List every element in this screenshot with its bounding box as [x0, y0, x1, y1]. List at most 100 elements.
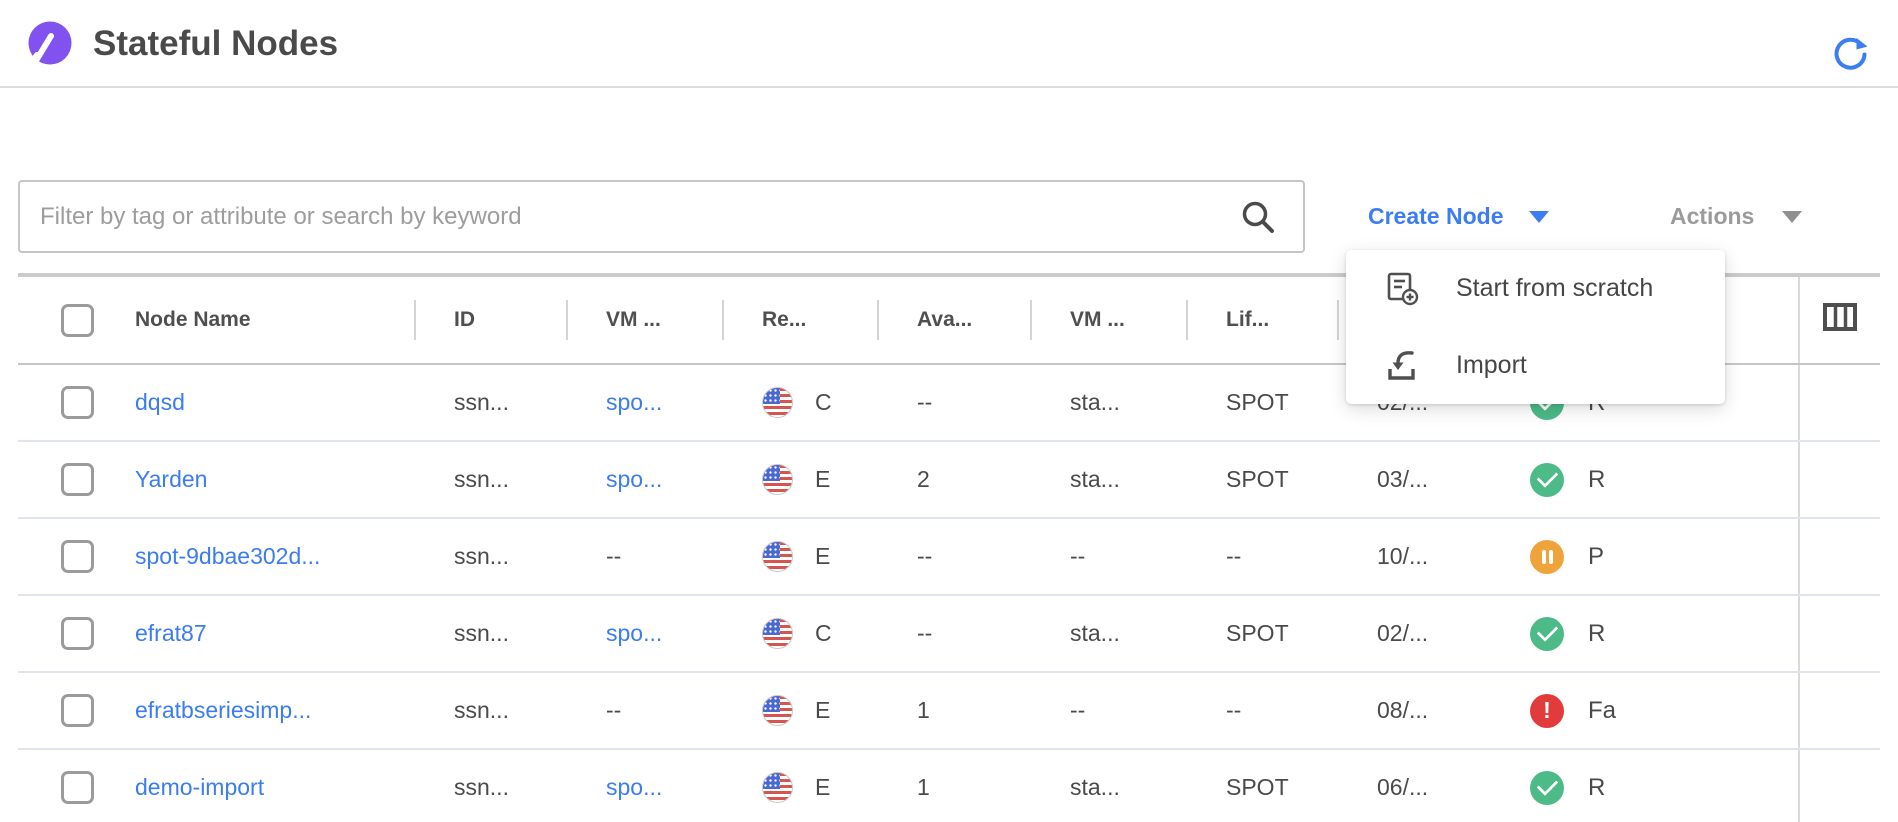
- status-icon: [1530, 540, 1564, 574]
- row-checkbox[interactable]: [61, 386, 94, 419]
- refresh-icon[interactable]: [1832, 34, 1870, 72]
- region-label: C: [815, 620, 832, 647]
- table-row: efrat87 ssn... spo... C -- sta... SPOT 0…: [18, 596, 1880, 673]
- create-node-label: Create Node: [1368, 203, 1503, 230]
- row-checkbox[interactable]: [61, 771, 94, 804]
- node-name-link[interactable]: efrat87: [135, 620, 207, 647]
- region-cell: E: [722, 750, 877, 822]
- us-flag-icon: [762, 464, 793, 495]
- row-checkbox[interactable]: [61, 463, 94, 496]
- vm-cell: --: [566, 673, 722, 748]
- status-label: R: [1588, 466, 1605, 494]
- row-select-cell: [18, 442, 117, 517]
- row-select-cell: [18, 750, 117, 822]
- table-body: dqsd ssn... spo... C -- sta... SPOT 02/.…: [18, 365, 1880, 822]
- menu-item-start-from-scratch[interactable]: Start from scratch: [1346, 250, 1725, 327]
- stateful-nodes-page: Stateful Nodes Create Node Actions: [0, 0, 1898, 822]
- header-availability[interactable]: Ava...: [877, 277, 1030, 363]
- header-vm[interactable]: VM ...: [566, 277, 722, 363]
- region-cell: E: [722, 442, 877, 517]
- actions-button[interactable]: Actions: [1670, 180, 1802, 253]
- select-all-checkbox[interactable]: [61, 304, 94, 337]
- header-select-cell: [18, 277, 117, 363]
- column-picker-icon[interactable]: [1822, 299, 1858, 341]
- node-id-cell: ssn...: [414, 750, 566, 822]
- vm-size-cell: --: [1030, 519, 1186, 594]
- status-icon: [1530, 771, 1564, 805]
- vm-cell: spo...: [566, 442, 722, 517]
- region-label: E: [815, 697, 830, 724]
- node-id-cell: ssn...: [414, 596, 566, 671]
- vm-link[interactable]: --: [606, 697, 621, 724]
- node-name-link[interactable]: Yarden: [135, 466, 207, 493]
- create-node-button[interactable]: Create Node: [1368, 180, 1549, 253]
- row-select-cell: [18, 519, 117, 594]
- row-select-cell: [18, 673, 117, 748]
- node-name-cell: efrat87: [117, 596, 414, 671]
- us-flag-icon: [762, 541, 793, 572]
- row-picker-spacer: [1798, 596, 1880, 671]
- filter-bar: [18, 180, 1305, 253]
- row-checkbox[interactable]: [61, 694, 94, 727]
- lifecycle-cell: SPOT: [1186, 365, 1337, 440]
- us-flag-icon: [762, 387, 793, 418]
- vm-link[interactable]: spo...: [606, 774, 662, 801]
- row-checkbox[interactable]: [61, 540, 94, 573]
- vm-link[interactable]: spo...: [606, 466, 662, 493]
- availability-cell: --: [877, 596, 1030, 671]
- new-document-icon: [1384, 271, 1420, 307]
- node-name-link[interactable]: demo-import: [135, 774, 264, 801]
- us-flag-icon: [762, 772, 793, 803]
- node-name-cell: demo-import: [117, 750, 414, 822]
- row-picker-spacer: [1798, 750, 1880, 822]
- vm-link[interactable]: --: [606, 543, 621, 570]
- lifecycle-cell: SPOT: [1186, 442, 1337, 517]
- menu-item-label: Start from scratch: [1456, 274, 1653, 303]
- header-column-picker-cell: [1798, 277, 1880, 363]
- status-cell: P: [1490, 519, 1798, 594]
- created-cell: 02/...: [1337, 596, 1490, 671]
- node-id-cell: ssn...: [414, 519, 566, 594]
- header-node-name[interactable]: Node Name: [117, 277, 414, 363]
- row-picker-spacer: [1798, 519, 1880, 594]
- us-flag-icon: [762, 618, 793, 649]
- lifecycle-cell: --: [1186, 673, 1337, 748]
- availability-cell: 2: [877, 442, 1030, 517]
- region-label: C: [815, 389, 832, 416]
- header-vm-size[interactable]: VM ...: [1030, 277, 1186, 363]
- status-label: P: [1588, 543, 1604, 571]
- actions-label: Actions: [1670, 203, 1754, 230]
- node-name-link[interactable]: spot-9dbae302d...: [135, 543, 320, 570]
- filter-input[interactable]: [18, 180, 1305, 253]
- node-id-cell: ssn...: [414, 673, 566, 748]
- status-icon: [1530, 617, 1564, 651]
- header-lifecycle[interactable]: Lif...: [1186, 277, 1337, 363]
- menu-item-import[interactable]: Import: [1346, 327, 1725, 404]
- import-icon: [1384, 348, 1420, 384]
- us-flag-icon: [762, 695, 793, 726]
- node-name-link[interactable]: efratbseriesimp...: [135, 697, 311, 724]
- node-name-cell: spot-9dbae302d...: [117, 519, 414, 594]
- vm-cell: spo...: [566, 750, 722, 822]
- node-name-link[interactable]: dqsd: [135, 389, 185, 416]
- status-label: R: [1588, 620, 1605, 648]
- vm-size-cell: sta...: [1030, 750, 1186, 822]
- vm-size-cell: sta...: [1030, 596, 1186, 671]
- header-id[interactable]: ID: [414, 277, 566, 363]
- vm-link[interactable]: spo...: [606, 620, 662, 647]
- node-id-cell: ssn...: [414, 442, 566, 517]
- region-cell: E: [722, 673, 877, 748]
- status-icon: [1530, 463, 1564, 497]
- create-node-dropdown: Start from scratch Import: [1346, 250, 1725, 404]
- header-region[interactable]: Re...: [722, 277, 877, 363]
- chevron-down-icon: [1782, 211, 1802, 223]
- row-select-cell: [18, 365, 117, 440]
- row-checkbox[interactable]: [61, 617, 94, 650]
- created-cell: 06/...: [1337, 750, 1490, 822]
- vm-link[interactable]: spo...: [606, 389, 662, 416]
- region-cell: C: [722, 596, 877, 671]
- vm-size-cell: sta...: [1030, 442, 1186, 517]
- table-row: efratbseriesimp... ssn... -- E 1 -- -- 0…: [18, 673, 1880, 750]
- lifecycle-cell: --: [1186, 519, 1337, 594]
- search-icon[interactable]: [1239, 198, 1277, 236]
